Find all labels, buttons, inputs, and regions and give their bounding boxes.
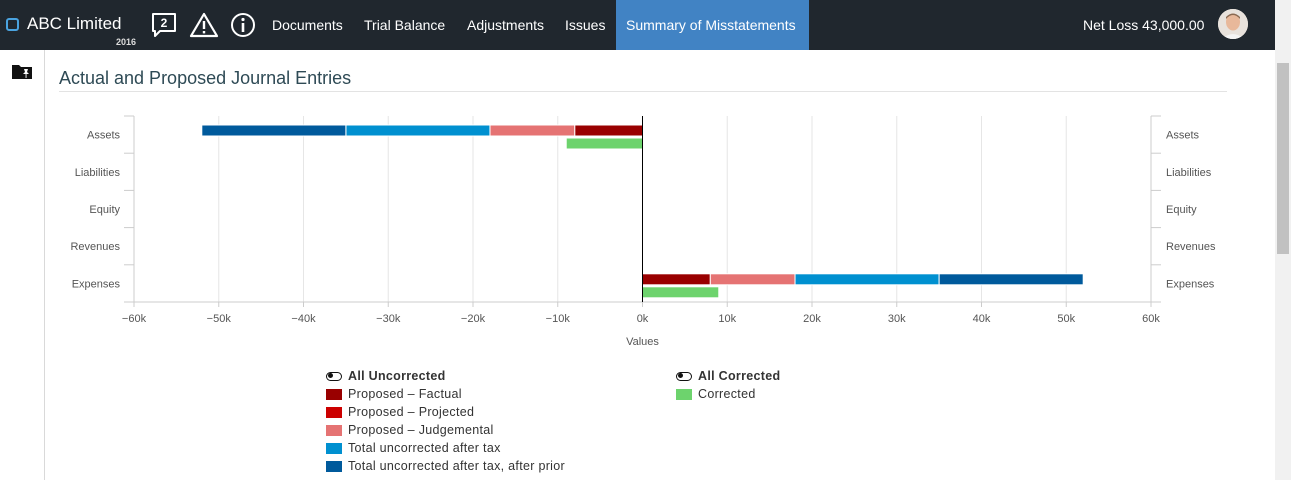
legend-item-total-uncorrected-after-prior[interactable]: Total uncorrected after tax, after prior xyxy=(326,459,565,473)
nav-documents[interactable]: Documents xyxy=(262,0,353,50)
y-tick-label-left: Equity xyxy=(89,204,120,216)
legend-item-proposed-factual[interactable]: Proposed – Factual xyxy=(326,387,462,401)
legend-label: Total uncorrected after tax xyxy=(348,441,501,455)
y-tick-label-right: Revenues xyxy=(1166,241,1216,253)
folder-pin-button[interactable] xyxy=(11,62,33,85)
y-tick-label-right: Equity xyxy=(1166,204,1197,216)
bar-uncorrected xyxy=(642,273,711,286)
legend-group-label: All Corrected xyxy=(698,369,781,383)
x-tick-label: −50k xyxy=(207,313,232,325)
toggle-icon xyxy=(676,371,692,381)
legend-label: Proposed – Judgemental xyxy=(348,423,494,437)
x-tick-label: 50k xyxy=(1057,313,1075,325)
legend-swatch xyxy=(326,460,342,472)
y-tick-label-right: Expenses xyxy=(1166,278,1215,290)
net-loss-summary: Net Loss 43,000.00 xyxy=(1083,17,1205,33)
x-tick-label: 60k xyxy=(1142,313,1160,325)
legend-label: Proposed – Factual xyxy=(348,387,462,401)
left-sidebar xyxy=(0,50,45,480)
nav-issues[interactable]: Issues xyxy=(555,0,615,50)
x-tick-label: 0k xyxy=(637,313,649,325)
legend-label: Proposed – Projected xyxy=(348,405,475,419)
user-avatar[interactable] xyxy=(1218,9,1248,39)
x-tick-label: 20k xyxy=(803,313,821,325)
y-tick-label-left: Revenues xyxy=(70,241,120,253)
legend-label: Total uncorrected after tax, after prior xyxy=(348,459,565,473)
legend-swatch xyxy=(676,388,692,400)
y-tick-label-left: Assets xyxy=(87,130,121,142)
bar-uncorrected xyxy=(345,124,491,137)
bar-uncorrected xyxy=(938,273,1084,286)
top-navigation-bar: ABC Limited 2016 2 Documents Trial Balan… xyxy=(0,0,1275,50)
nav-documents-label: Documents xyxy=(272,17,343,33)
bar-corrected xyxy=(642,286,720,299)
x-tick-label: 10k xyxy=(718,313,736,325)
y-tick-label-left: Expenses xyxy=(72,278,121,290)
toggle-icon xyxy=(326,371,342,381)
x-tick-label: −40k xyxy=(291,313,316,325)
bar-uncorrected xyxy=(489,124,576,137)
brand[interactable]: ABC Limited xyxy=(6,14,121,34)
nav-adjustments[interactable]: Adjustments xyxy=(457,0,554,50)
page-title: Actual and Proposed Journal Entries xyxy=(59,68,352,88)
legend-item-proposed-judgemental[interactable]: Proposed – Judgemental xyxy=(326,423,494,437)
x-tick-label: 40k xyxy=(973,313,991,325)
nav-issues-label: Issues xyxy=(565,17,606,33)
legend-swatch xyxy=(326,406,342,418)
legend-group-all-uncorrected[interactable]: All Uncorrected xyxy=(326,369,446,383)
page-scrollbar-thumb[interactable] xyxy=(1277,63,1289,254)
comments-count: 2 xyxy=(161,16,168,30)
bar-corrected xyxy=(565,137,643,150)
legend-item-proposed-projected[interactable]: Proposed – Projected xyxy=(326,405,474,419)
bar-uncorrected xyxy=(574,124,644,137)
x-tick-label: 30k xyxy=(888,313,906,325)
info-button[interactable] xyxy=(229,12,257,38)
info-icon xyxy=(231,13,255,37)
y-tick-label-right: Liabilities xyxy=(1166,167,1212,179)
y-tick-label-left: Liabilities xyxy=(75,167,121,179)
legend-swatch xyxy=(326,442,342,454)
bar-uncorrected xyxy=(201,124,347,137)
folder-pin-icon xyxy=(12,65,32,79)
nav-summary-label: Summary of Misstatements xyxy=(626,17,796,33)
nav-adjustments-label: Adjustments xyxy=(467,17,545,33)
x-tick-label: −10k xyxy=(546,313,571,325)
nav-trial-balance[interactable]: Trial Balance xyxy=(354,0,455,50)
title-divider xyxy=(59,91,1227,92)
legend-item-total-uncorrected-after-tax[interactable]: Total uncorrected after tax xyxy=(326,441,501,455)
legend-group-all-corrected[interactable]: All Corrected xyxy=(676,369,780,383)
app-name: ABC Limited xyxy=(27,14,122,33)
x-tick-label: −20k xyxy=(461,313,486,325)
legend-group-label: All Uncorrected xyxy=(348,369,446,383)
x-tick-label: −60k xyxy=(122,313,147,325)
x-tick-label: −30k xyxy=(376,313,401,325)
bar-uncorrected xyxy=(709,273,796,286)
legend-item-corrected[interactable]: Corrected xyxy=(676,387,756,401)
app-logo-icon xyxy=(6,17,19,31)
y-tick-label-right: Assets xyxy=(1166,130,1200,142)
warnings-button[interactable] xyxy=(189,12,219,38)
x-axis-label: Values xyxy=(626,336,659,348)
warning-icon xyxy=(189,12,219,38)
nav-trial-balance-label: Trial Balance xyxy=(364,17,446,33)
user-avatar-icon xyxy=(1218,9,1248,39)
legend-swatch xyxy=(326,424,342,436)
legend-label: Corrected xyxy=(698,387,756,401)
comments-button[interactable]: 2 xyxy=(150,12,178,38)
nav-summary-of-misstatements[interactable]: Summary of Misstatements xyxy=(616,0,809,50)
legend-swatch xyxy=(326,388,342,400)
bar-uncorrected xyxy=(794,273,940,286)
engagement-year: 2016 xyxy=(116,37,137,47)
comment-icon: 2 xyxy=(152,13,176,37)
